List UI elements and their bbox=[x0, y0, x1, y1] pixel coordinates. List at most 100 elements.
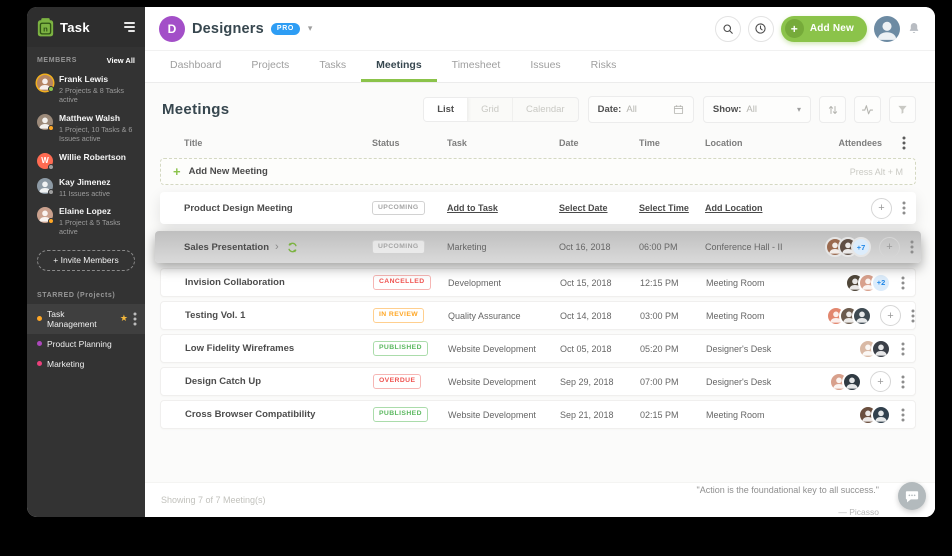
add-attendee-button[interactable]: + bbox=[880, 305, 901, 326]
tab-issues[interactable]: Issues bbox=[515, 51, 575, 82]
meeting-row-product-design-meeting[interactable]: Product Design Meeting UPCOMING Add to Tas… bbox=[160, 192, 916, 224]
meeting-row-sales-presentation[interactable]: Sales Presentation › UPCOMING Marketing Oct … bbox=[155, 231, 921, 263]
member-avatar: W bbox=[37, 152, 54, 170]
meeting-title: Invision Collaboration bbox=[185, 277, 285, 288]
meeting-row-cross-browser-compatibility[interactable]: Cross Browser Compatibility PUBLISHED Webs… bbox=[160, 400, 916, 429]
meeting-row-design-catch-up[interactable]: Design Catch Up OVERDUE Website Developmen… bbox=[160, 367, 916, 396]
sidebar-project-task-management[interactable]: Task Management ★ bbox=[27, 303, 145, 334]
add-attendee-button[interactable]: + bbox=[879, 236, 900, 258]
tab-projects[interactable]: Projects bbox=[236, 51, 304, 82]
row-kebab-icon[interactable] bbox=[900, 240, 924, 254]
kebab-menu-icon[interactable] bbox=[133, 312, 137, 326]
date-filter[interactable]: Date: All bbox=[587, 96, 694, 123]
status-badge: CANCELLED bbox=[373, 275, 431, 290]
time-cell: 12:15 PM bbox=[640, 277, 679, 288]
row-kebab-icon[interactable] bbox=[891, 408, 915, 422]
topbar: D Designers PRO ▾ + Add New bbox=[145, 7, 935, 51]
workspace-caret-icon[interactable]: ▾ bbox=[308, 23, 313, 34]
shortcut-hint: Press Alt + M bbox=[849, 166, 903, 177]
row-kebab-icon[interactable] bbox=[901, 309, 925, 323]
view-calendar-button[interactable]: Calendar bbox=[513, 98, 578, 121]
attendee-avatar[interactable] bbox=[871, 338, 891, 359]
status-dot bbox=[48, 217, 54, 224]
sort-icon bbox=[828, 105, 837, 114]
date-cell: Sep 29, 2018 bbox=[560, 376, 614, 387]
row-kebab-icon[interactable] bbox=[892, 201, 916, 215]
sidebar-menu-icon[interactable] bbox=[124, 22, 135, 32]
tab-risks[interactable]: Risks bbox=[576, 51, 632, 82]
view-all-link[interactable]: View All bbox=[107, 56, 135, 65]
add-new-button[interactable]: + Add New bbox=[780, 15, 867, 42]
member-item-willie-robertson[interactable]: W Willie Robertson bbox=[27, 148, 145, 173]
recent-activity-button[interactable] bbox=[747, 15, 774, 42]
invite-members-button[interactable]: + Invite Members bbox=[37, 249, 135, 271]
member-avatar bbox=[37, 206, 54, 224]
add-new-meeting-row[interactable]: + Add New Meeting Press Alt + M bbox=[160, 158, 916, 185]
starred-section-head: STARRED (Projects) bbox=[27, 283, 145, 304]
activity-button[interactable] bbox=[854, 96, 881, 123]
location-cell: Meeting Room bbox=[706, 310, 765, 321]
task-cell[interactable]: Add to Task bbox=[447, 203, 559, 213]
meeting-row-low-fidelity-wireframes[interactable]: Low Fidelity Wireframes PUBLISHED Website … bbox=[160, 334, 916, 363]
quote-block: "Action is the foundational key to all s… bbox=[696, 485, 880, 517]
meeting-row-testing-vol-1[interactable]: Testing Vol. 1 IN REVIEW Quality Assurance… bbox=[160, 301, 916, 330]
filter-button[interactable] bbox=[889, 96, 916, 123]
member-item-frank-lewis[interactable]: Frank Lewis 2 Projects & 8 Tasks active bbox=[27, 70, 145, 109]
location-cell: Conference Hall - II bbox=[705, 242, 783, 252]
attendee-avatar[interactable] bbox=[871, 404, 891, 425]
tab-dashboard[interactable]: Dashboard bbox=[155, 51, 236, 82]
attendee-overflow-badge[interactable]: +2 bbox=[871, 272, 891, 293]
time-cell: 07:00 PM bbox=[640, 376, 679, 387]
search-button[interactable] bbox=[714, 15, 741, 42]
project-name: Marketing bbox=[47, 358, 85, 369]
show-filter[interactable]: Show: All ▾ bbox=[702, 96, 811, 123]
row-kebab-icon[interactable] bbox=[891, 342, 915, 356]
chat-fab-button[interactable] bbox=[898, 482, 926, 510]
member-avatar bbox=[37, 177, 54, 195]
member-item-matthew-walsh[interactable]: Matthew Walsh 1 Project, 10 Tasks & 6 Iss… bbox=[27, 109, 145, 148]
sort-button[interactable] bbox=[819, 96, 846, 123]
member-detail: 1 Project & 5 Tasks active bbox=[59, 217, 121, 237]
row-kebab-icon[interactable] bbox=[891, 276, 915, 290]
attendee-avatar[interactable] bbox=[852, 305, 872, 326]
location-cell[interactable]: Add Location bbox=[705, 203, 825, 213]
date-cell[interactable]: Select Date bbox=[559, 203, 639, 213]
attendee-avatar[interactable] bbox=[842, 371, 862, 392]
meetings-list: Product Design Meeting UPCOMING Add to Tas… bbox=[155, 192, 921, 429]
sidebar-project-product-planning[interactable]: Product Planning bbox=[27, 334, 145, 354]
member-item-kay-jimenez[interactable]: Kay Jimenez 11 Issues active bbox=[27, 173, 145, 202]
task-cell: Quality Assurance bbox=[448, 310, 521, 321]
attendee-overflow-badge[interactable]: +7 bbox=[851, 237, 871, 257]
member-item-elaine-lopez[interactable]: Elaine Lopez 1 Project & 5 Tasks active bbox=[27, 202, 145, 241]
pro-badge: PRO bbox=[270, 22, 300, 35]
add-attendee-button[interactable]: + bbox=[870, 371, 891, 392]
star-icon[interactable]: ★ bbox=[120, 314, 128, 323]
sidebar-logo-row: n Task bbox=[27, 7, 145, 47]
tab-timesheet[interactable]: Timesheet bbox=[437, 51, 516, 82]
date-cell: Oct 15, 2018 bbox=[560, 277, 612, 288]
member-detail: 11 Issues active bbox=[59, 188, 111, 198]
time-cell[interactable]: Select Time bbox=[639, 203, 705, 213]
table-header-kebab-icon[interactable] bbox=[892, 136, 916, 150]
meeting-title: Design Catch Up bbox=[185, 376, 262, 387]
user-avatar[interactable] bbox=[874, 15, 900, 42]
meeting-row-invision-collaboration[interactable]: Invision Collaboration CANCELLED Developme… bbox=[160, 268, 916, 297]
tab-meetings[interactable]: Meetings bbox=[361, 51, 437, 82]
attendees-cell bbox=[826, 338, 891, 359]
notifications-bell-icon[interactable] bbox=[907, 21, 921, 36]
clock-icon bbox=[755, 23, 766, 34]
sidebar-project-marketing[interactable]: Marketing bbox=[27, 354, 145, 374]
view-list-button[interactable]: List bbox=[424, 98, 469, 121]
add-attendee-button[interactable]: + bbox=[871, 197, 892, 219]
date-cell: Oct 16, 2018 bbox=[559, 242, 611, 252]
column-header-status: Status bbox=[372, 138, 400, 148]
task-cell: Development bbox=[448, 277, 502, 288]
workspace-avatar[interactable]: D bbox=[159, 15, 185, 42]
view-grid-button[interactable]: Grid bbox=[468, 98, 514, 121]
row-kebab-icon[interactable] bbox=[891, 375, 915, 389]
task-cell: Website Development bbox=[448, 376, 536, 387]
content-area: Meetings List Grid Calendar Date: All Show… bbox=[145, 83, 935, 482]
time-cell: 03:00 PM bbox=[640, 310, 679, 321]
attendees-cell: + bbox=[826, 371, 891, 392]
tab-tasks[interactable]: Tasks bbox=[304, 51, 361, 82]
